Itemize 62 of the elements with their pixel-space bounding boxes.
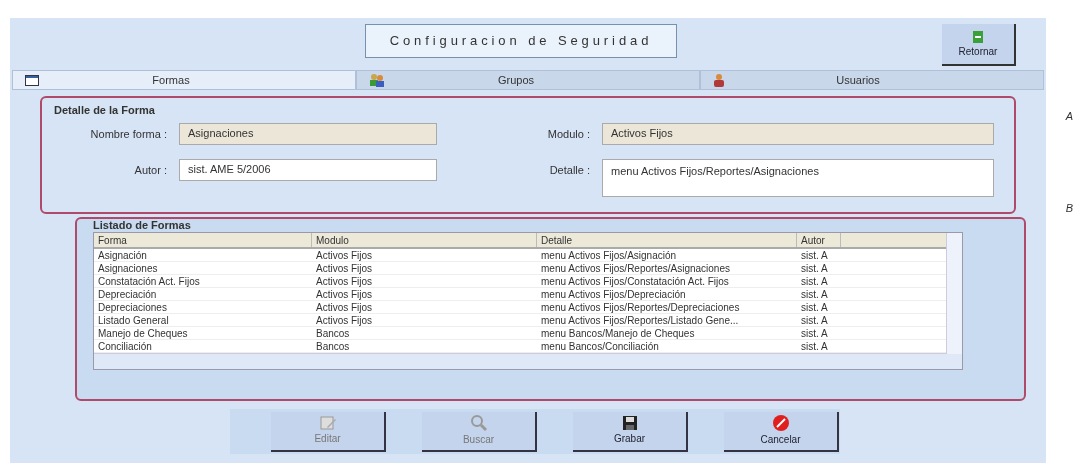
return-button[interactable]: Retornar <box>942 24 1016 66</box>
cancel-icon <box>770 414 791 432</box>
search-icon <box>469 414 488 432</box>
field-label: Autor : <box>133 162 168 178</box>
table-cell-text: menu Activos Fijos/Constatación Act. Fijos <box>540 275 730 287</box>
column-header[interactable]: Autor <box>797 233 841 247</box>
column-header[interactable]: Detalle <box>537 233 797 247</box>
window-title: Configuracion de Seguridad <box>364 24 678 58</box>
table-cell-text: menu Activos Fijos/Asignación <box>540 249 678 261</box>
callout-label: B <box>1065 201 1073 216</box>
table-cell-text: Listado General <box>97 314 170 326</box>
field-label: Modulo : <box>546 126 591 142</box>
window-icon <box>25 74 39 86</box>
table-cell-text: Activos Fijos <box>315 249 374 261</box>
table-cell-text: menu Activos Fijos/Depreciación <box>540 288 687 300</box>
table-cell-text: sist. A <box>800 340 829 352</box>
table-cell-text: Activos Fijos <box>315 262 374 274</box>
exit-icon <box>972 29 984 44</box>
field-label: Detalle : <box>548 162 591 178</box>
user-icon <box>713 73 725 87</box>
table-cell-text: Bancos <box>315 327 351 339</box>
tab[interactable]: Usuarios <box>700 70 1044 90</box>
table-cell-text: Manejo de Cheques <box>97 327 189 339</box>
table-cell-text: Constatación Act. Fijos <box>97 275 201 287</box>
table-cell-text: Depreciaciones <box>97 301 168 313</box>
vertical-scrollbar[interactable] <box>946 233 962 354</box>
table-cell-text: Bancos <box>315 340 351 352</box>
table-cell-text: menu Bancos/Conciliación <box>540 340 660 352</box>
field-label: Nombre forma : <box>89 126 168 142</box>
table-cell-text: Activos Fijos <box>315 288 374 300</box>
table-cell-text: sist. A <box>800 288 829 300</box>
table-cell-text: sist. A <box>800 327 829 339</box>
table-cell-text: menu Bancos/Manejo de Cheques <box>540 327 696 339</box>
table-cell-text: Depreciación <box>97 288 158 300</box>
users-icon <box>369 73 385 87</box>
table-cell-text: Asignaciones <box>97 262 159 274</box>
table-cell-text: Asignación <box>97 249 148 261</box>
tab[interactable]: Grupos <box>356 70 700 90</box>
table-cell-text: sist. A <box>800 314 829 326</box>
input-field[interactable]: menu Activos Fijos/Reportes/Asignaciones <box>602 158 994 197</box>
section-title: Listado de Formas <box>93 219 192 231</box>
table-cell-text: Conciliación <box>97 340 153 352</box>
table-cell-text: menu Activos Fijos/Reportes/Asignaciones <box>540 262 731 274</box>
column-header[interactable]: Modulo <box>312 233 537 247</box>
column-header[interactable]: Forma <box>94 233 312 247</box>
toolbar-button[interactable]: Grabar <box>573 411 688 452</box>
pencil-paper-icon <box>318 415 337 431</box>
toolbar-button[interactable]: Cancelar <box>724 411 839 452</box>
input-field[interactable]: sist. AME 5/2006 <box>179 158 437 181</box>
table-cell-text: sist. A <box>800 262 829 274</box>
table-cell-text: Activos Fijos <box>315 275 374 287</box>
table-cell-text: menu Activos Fijos/Reportes/Listado Gene... <box>540 314 740 326</box>
table-cell-text: sist. A <box>800 301 829 313</box>
table-cell-text: Activos Fijos <box>315 301 374 313</box>
callout-label: A <box>1065 109 1073 124</box>
table-cell-text: menu Activos Fijos/Reportes/Depreciaciones <box>540 301 741 313</box>
section-title: Detalle de la Forma <box>54 103 156 118</box>
table-cell-text: Activos Fijos <box>315 314 374 326</box>
table-cell-text: sist. A <box>800 275 829 287</box>
horizontal-scrollbar[interactable] <box>94 353 962 369</box>
table-cell-text: sist. A <box>800 249 829 261</box>
tab[interactable]: Formas <box>12 70 356 90</box>
